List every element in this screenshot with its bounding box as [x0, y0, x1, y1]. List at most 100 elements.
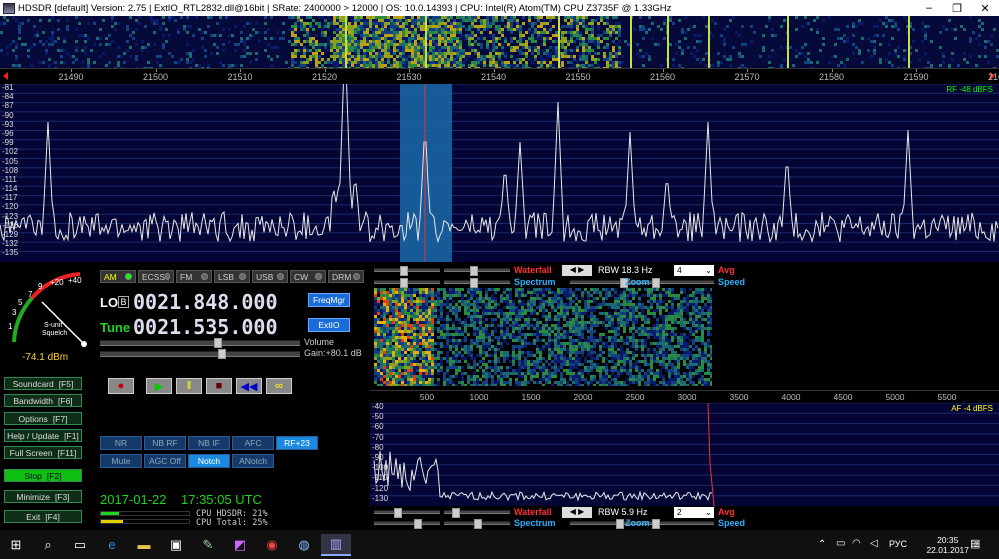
lo-badge[interactable]: B — [118, 296, 129, 308]
hdsdr-taskbar-icon[interactable]: ▥ — [321, 533, 351, 556]
side-button-exit[interactable]: Exit [F4] — [4, 510, 82, 523]
wf-slider-4[interactable] — [444, 508, 510, 518]
wf-slider-1[interactable] — [374, 266, 440, 276]
rewind-button[interactable]: ◀◀ — [236, 378, 262, 394]
volume-slider[interactable] — [100, 338, 300, 348]
record-button[interactable]: ● — [108, 378, 134, 394]
wf-slider-3-knob[interactable] — [394, 508, 402, 518]
stop-transport-button[interactable]: ■ — [206, 378, 232, 394]
spec-slider-2[interactable] — [444, 278, 510, 288]
freqmgr-button[interactable]: FreqMgr — [308, 293, 350, 307]
wf-slider-3[interactable] — [374, 508, 440, 518]
spectrum-label-bottom: Spectrum — [514, 518, 556, 528]
app-icon[interactable]: ◩ — [225, 534, 255, 556]
spec-slider-3-knob[interactable] — [414, 519, 422, 529]
zoom-slider-bottom-knob[interactable] — [616, 519, 624, 529]
restore-button[interactable]: ❐ — [943, 2, 971, 15]
mode-button-cw[interactable]: CW — [290, 270, 326, 283]
mode-button-lsb[interactable]: LSB — [214, 270, 250, 283]
side-button-options[interactable]: Options [F7] — [4, 412, 82, 425]
dsp-button-nr[interactable]: NR — [100, 436, 142, 450]
spec-slider-1[interactable] — [374, 278, 440, 288]
speed-slider-bottom[interactable] — [650, 519, 714, 529]
battery-icon[interactable]: ▭ — [836, 538, 845, 549]
spec-slider-4[interactable] — [444, 519, 510, 529]
mode-button-drm[interactable]: DRM — [328, 270, 364, 283]
app-u-icon[interactable]: ◍ — [289, 534, 319, 556]
mode-button-ecss[interactable]: ECSS — [138, 270, 174, 283]
notifications-icon[interactable]: ▤2 — [970, 537, 980, 550]
windows-start-icon[interactable]: ⊞ — [1, 534, 31, 556]
file-explorer-icon[interactable]: ▬ — [129, 534, 159, 556]
chrome-icon[interactable]: ◉ — [257, 534, 287, 556]
gain-slider[interactable] — [100, 349, 300, 359]
side-button-minimize[interactable]: Minimize [F3] — [4, 490, 82, 503]
mode-button-usb[interactable]: USB — [252, 270, 288, 283]
side-button-soundcard[interactable]: Soundcard [F5] — [4, 377, 82, 390]
side-button-full-screen[interactable]: Full Screen [F11] — [4, 446, 82, 459]
dsp-button-agc-off[interactable]: AGC Off — [144, 454, 186, 468]
dsp-button-nb-if[interactable]: NB IF — [188, 436, 230, 450]
extio-button[interactable]: ExtIO — [308, 318, 350, 332]
wf-slider-2[interactable] — [444, 266, 510, 276]
avg-label-top: Avg — [718, 265, 735, 275]
dsp-button-afc[interactable]: AFC — [232, 436, 274, 450]
speed-slider-bottom-knob[interactable] — [652, 519, 660, 529]
wf-slider-1-knob[interactable] — [400, 266, 408, 276]
side-button-bandwidth[interactable]: Bandwidth [F6] — [4, 394, 82, 407]
spec-slider-1-knob[interactable] — [400, 278, 408, 288]
avg-select-bottom[interactable]: 2 ⌄ — [674, 507, 714, 518]
tray-chevron-up-icon[interactable]: ⌃ — [818, 539, 826, 550]
rf-waterfall[interactable] — [0, 16, 999, 68]
wifi-icon[interactable]: ◠ — [852, 538, 861, 549]
mode-button-fm[interactable]: FM — [176, 270, 212, 283]
rbw-stepper-top[interactable]: ◀ ▶ — [562, 265, 592, 276]
spec-slider-3[interactable] — [374, 519, 440, 529]
rbw-stepper-bottom[interactable]: ◀ ▶ — [562, 507, 592, 518]
scroll-left-icon[interactable] — [3, 72, 8, 80]
clock-time: 20:35 — [937, 535, 959, 545]
lo-frequency[interactable]: 0021.848.000 — [133, 290, 278, 314]
wf-slider-2-knob[interactable] — [470, 266, 478, 276]
af-waterfall[interactable] — [374, 288, 712, 386]
gain-label: Gain:+80.1 dB — [304, 348, 362, 358]
edge-browser-icon[interactable]: e — [97, 534, 127, 556]
mode-button-am[interactable]: AM — [100, 270, 136, 283]
loop-button[interactable]: ∞ — [266, 378, 292, 394]
spec-slider-2-knob[interactable] — [470, 278, 478, 288]
dsp-button-mute[interactable]: Mute — [100, 454, 142, 468]
freq-axis-label: 21590 — [903, 72, 929, 82]
speed-slider-knob[interactable] — [652, 278, 660, 288]
side-button-help-update[interactable]: Help / Update [F1] — [4, 429, 82, 442]
dsp-button-nb-rf[interactable]: NB RF — [144, 436, 186, 450]
frequency-axis[interactable]: 21490 21500 21510 21520 21530 21540 21550 21560… — [0, 68, 999, 84]
search-icon[interactable]: ⌕ — [33, 534, 63, 556]
dsp-button-notch[interactable]: Notch — [188, 454, 230, 468]
speed-slider[interactable] — [650, 278, 714, 288]
language-indicator[interactable]: РУС — [889, 539, 907, 549]
spec-slider-4-knob[interactable] — [474, 519, 482, 529]
freq-axis-label: 21600 — [987, 72, 999, 82]
dsp-button-rf-23[interactable]: RF+23 — [276, 436, 318, 450]
dsp-button-anotch[interactable]: ANotch — [232, 454, 274, 468]
play-button[interactable]: ▶ — [146, 378, 172, 394]
mode-label: CW — [294, 271, 309, 282]
gain-knob[interactable] — [218, 349, 226, 359]
clock[interactable]: 20:35 22.01.2017 — [926, 535, 969, 555]
close-button[interactable]: ✕ — [971, 2, 999, 15]
wf-slider-4-knob[interactable] — [452, 508, 460, 518]
minimize-button[interactable]: – — [915, 2, 943, 14]
volume-knob[interactable] — [214, 338, 222, 348]
tune-frequency[interactable]: 0021.535.000 — [133, 315, 278, 339]
volume-icon[interactable]: ◁ — [870, 538, 878, 549]
task-view-icon[interactable]: ▭ — [65, 534, 95, 556]
mode-led-icon — [125, 273, 132, 280]
store-icon[interactable]: ▣ — [161, 534, 191, 556]
af-spectrum[interactable]: -40 -50 -60 -70 -80 -90 -100 -110 -120 -130 AF -4… — [370, 403, 999, 506]
side-button-stop[interactable]: Stop [F2] — [4, 469, 82, 482]
rf-spectrum[interactable]: -81 -84 -87 -90 -93 -96 -99 -102 -105 -108 -111 -11… — [0, 84, 999, 262]
avg-select-top[interactable]: 4 ⌄ — [674, 265, 714, 276]
paint-icon[interactable]: ✎ — [193, 534, 223, 556]
pause-button[interactable]: ‖ — [176, 378, 202, 394]
side-button-key: [F5] — [58, 378, 74, 389]
